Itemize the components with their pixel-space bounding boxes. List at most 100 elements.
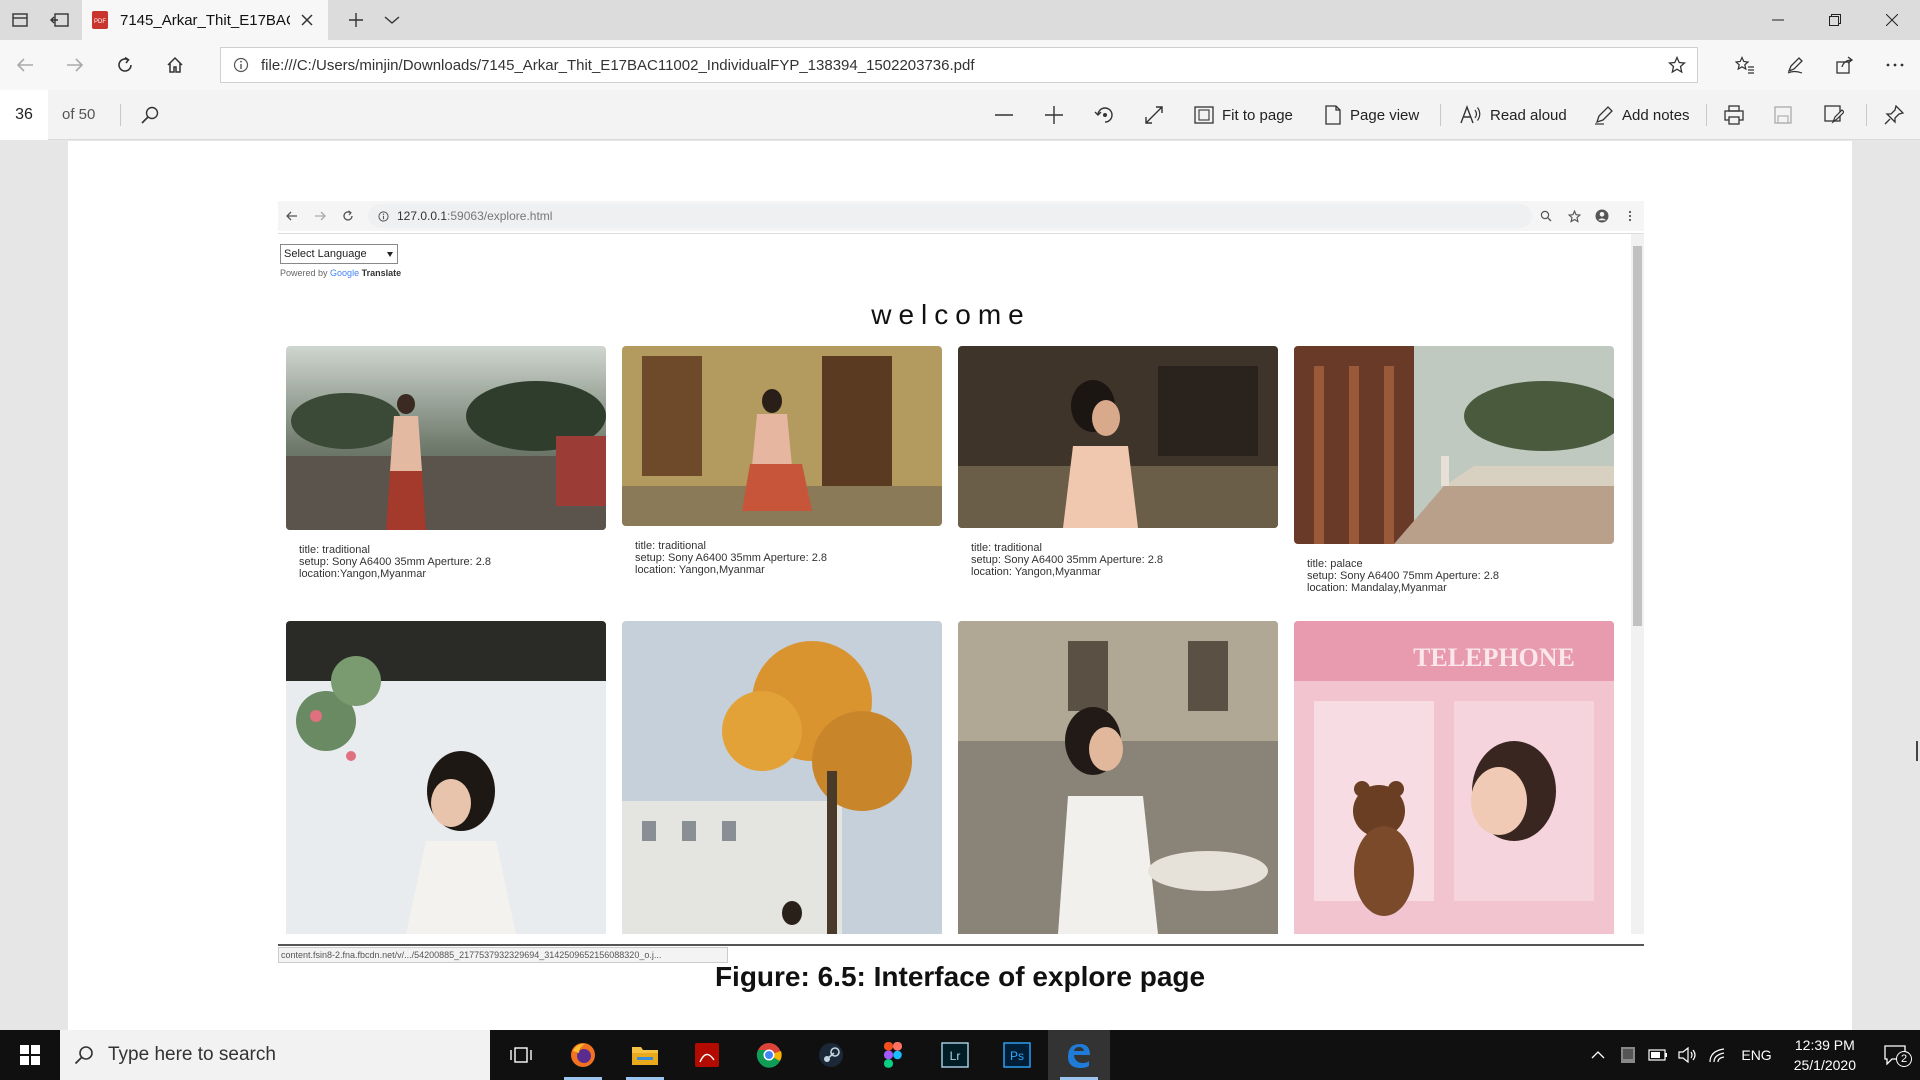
powered-by-label: Powered by (280, 268, 328, 278)
translate-label: Translate (361, 268, 402, 278)
explore-page-screenshot: 127.0.0.1:59063/explore.html Select Lang… (278, 201, 1644, 963)
screenshot-url-path: :59063/explore.html (447, 209, 553, 223)
photo-flowers-wall (286, 621, 606, 934)
full-screen-icon[interactable] (1144, 90, 1164, 140)
tab-pdf-document[interactable]: PDF 7145_Arkar_Thit_E17BAC (82, 0, 328, 40)
google-logo: Google (330, 268, 360, 278)
taskbar-search-box[interactable]: Type here to search (60, 1030, 490, 1080)
caption-location: location: Yangon,Myanmar (635, 564, 765, 576)
add-notes-pen-icon (1594, 105, 1614, 125)
taskbar-edge[interactable] (1048, 1030, 1110, 1080)
close-tab-icon[interactable] (300, 13, 314, 27)
photo-caption: title: traditional setup: Sony A6400 35m… (635, 540, 942, 576)
favorites-icon[interactable] (1720, 40, 1770, 90)
caption-setup: setup: Sony A6400 75mm Aperture: 2.8 (1307, 570, 1500, 582)
caption-title: title: traditional (299, 544, 370, 556)
photo-card: title: traditional setup: Sony A6400 35m… (958, 346, 1278, 578)
screenshot-zoom-icon (1532, 210, 1560, 222)
fit-to-page-label: Fit to page (1222, 106, 1293, 124)
taskbar-firefox[interactable] (552, 1030, 614, 1080)
caption-location: location:Yangon,Myanmar (299, 568, 426, 580)
page-view-button[interactable]: Page view (1324, 90, 1419, 140)
start-button[interactable] (0, 1030, 60, 1080)
add-notes-button[interactable]: Add notes (1594, 90, 1690, 140)
taskbar-steam[interactable] (800, 1030, 862, 1080)
print-icon[interactable] (1724, 90, 1744, 140)
info-icon[interactable] (221, 57, 261, 73)
back-icon[interactable] (0, 40, 50, 90)
tray-device-icon[interactable] (1613, 1046, 1643, 1064)
photo-card: title: traditional setup: Sony A6400 35m… (622, 346, 942, 576)
forward-icon[interactable] (50, 40, 100, 90)
share-icon[interactable] (1820, 40, 1870, 90)
photo-palace (1294, 346, 1614, 544)
url-text: file:///C:/Users/minjin/Downloads/7145_A… (261, 56, 975, 74)
set-tabs-aside-icon[interactable] (40, 0, 80, 40)
caption-title: title: palace (1307, 558, 1363, 570)
home-icon[interactable] (150, 40, 200, 90)
taskbar-photoshop[interactable]: Ps (986, 1030, 1048, 1080)
taskbar-file-explorer[interactable] (614, 1030, 676, 1080)
svg-text:PDF: PDF (94, 19, 106, 25)
figma-icon (884, 1042, 902, 1068)
battery-icon[interactable] (1643, 1049, 1673, 1061)
screenshot-scrollbar-thumb (1633, 246, 1642, 626)
screenshot-forward-icon (306, 211, 334, 221)
fit-to-page-button[interactable]: Fit to page (1194, 90, 1293, 140)
read-aloud-button[interactable]: Read aloud (1460, 90, 1567, 140)
address-bar[interactable]: file:///C:/Users/minjin/Downloads/7145_A… (220, 47, 1698, 83)
page-number-input[interactable]: 36 (0, 90, 48, 140)
find-icon[interactable] (140, 90, 160, 140)
volume-icon[interactable] (1673, 1047, 1703, 1063)
task-view-button[interactable] (490, 1030, 552, 1080)
tab-preview-chevron-icon[interactable] (372, 0, 412, 40)
zoom-out-icon[interactable] (994, 90, 1014, 140)
acrobat-icon (694, 1042, 720, 1068)
taskbar-figma[interactable] (862, 1030, 924, 1080)
firefox-icon (569, 1041, 597, 1069)
refresh-icon[interactable] (100, 40, 150, 90)
action-center-icon[interactable]: 2 (1870, 1045, 1920, 1067)
new-tab-icon[interactable] (336, 0, 376, 40)
rotate-icon[interactable] (1094, 90, 1116, 140)
save-as-icon[interactable] (1824, 90, 1844, 140)
divider (1866, 104, 1867, 126)
photo-traditional-street (286, 346, 606, 530)
photo-white-dress (958, 621, 1278, 934)
pdf-file-icon: PDF (92, 11, 108, 29)
tab-title: 7145_Arkar_Thit_E17BAC (120, 11, 290, 29)
tab-actions-icon[interactable] (0, 0, 40, 40)
figure-caption: Figure: 6.5: Interface of explore page (714, 961, 1206, 992)
favorite-star-icon[interactable] (1657, 56, 1697, 74)
welcome-heading: welcome (871, 299, 1031, 330)
restore-icon[interactable] (1806, 0, 1863, 40)
show-hidden-icons-chevron-icon[interactable] (1583, 1051, 1613, 1059)
screenshot-bottom-border (278, 944, 1644, 946)
minimize-icon[interactable] (1749, 0, 1806, 40)
photo-card: title: traditional setup: Sony A6400 35m… (286, 346, 606, 580)
wifi-icon[interactable] (1703, 1047, 1733, 1063)
photo-card (958, 621, 1278, 934)
zoom-in-icon[interactable] (1044, 90, 1064, 140)
fit-to-page-icon (1194, 106, 1214, 124)
taskbar-adobe-reader[interactable] (676, 1030, 738, 1080)
caption-setup: setup: Sony A6400 35mm Aperture: 2.8 (299, 556, 492, 568)
document-scroll-indicator[interactable] (1916, 741, 1918, 761)
taskbar-chrome[interactable] (738, 1030, 800, 1080)
more-options-icon[interactable] (1870, 40, 1920, 90)
input-language[interactable]: ENG (1741, 1047, 1771, 1063)
divider (1440, 104, 1441, 126)
save-icon[interactable] (1774, 90, 1792, 140)
read-aloud-label: Read aloud (1490, 106, 1567, 124)
web-note-pen-icon[interactable] (1770, 40, 1820, 90)
close-window-icon[interactable] (1863, 0, 1920, 40)
screenshot-browser-nav: 127.0.0.1:59063/explore.html (278, 201, 1644, 231)
screenshot-scrollbar (1631, 234, 1644, 934)
taskbar-lightroom[interactable]: Lr (924, 1030, 986, 1080)
clock[interactable]: 12:39 PM 25/1/2020 (1794, 1035, 1856, 1075)
add-notes-label: Add notes (1622, 106, 1690, 124)
pin-toolbar-icon[interactable] (1884, 90, 1904, 140)
caption-location: location: Mandalay,Myanmar (1307, 582, 1447, 594)
screenshot-address-bar: 127.0.0.1:59063/explore.html (368, 204, 1532, 228)
screenshot-info-icon (378, 210, 389, 222)
